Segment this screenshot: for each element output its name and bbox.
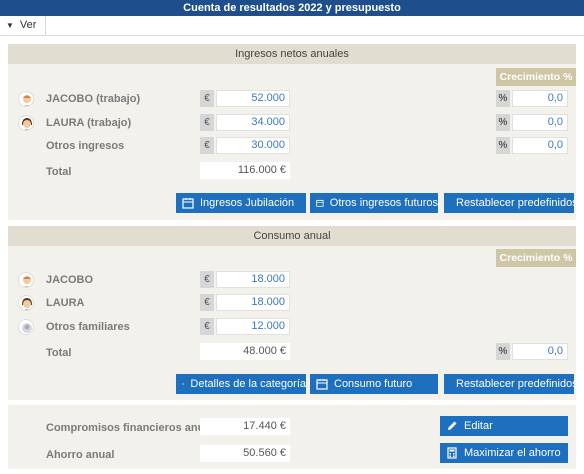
resumen-panel: Compromisos financieros anuales 17.440 €… (8, 405, 576, 469)
person-male-icon (18, 272, 34, 288)
percent-icon: % (496, 137, 510, 154)
pencil-icon (448, 421, 457, 430)
consumo-label-jacobo: JACOBO (46, 274, 94, 286)
consumo-futuro-label: Consumo futuro (334, 378, 413, 390)
ingresos-jubilacion-button[interactable]: Ingresos Jubilación (176, 193, 306, 213)
restablecer-consumo-button[interactable]: Restablecer predefinidos (444, 374, 574, 394)
euro-icon: € (200, 137, 214, 154)
percent-icon: % (496, 114, 510, 131)
income-growth-jacobo[interactable]: 0,0 (512, 90, 568, 107)
consumo-total-value: 48.000 € (200, 343, 290, 360)
person-male-icon (18, 91, 34, 107)
consumo-value-laura[interactable]: 18.000 (216, 294, 290, 311)
income-label-laura: LAURA (trabajo) (46, 117, 132, 129)
menu-divider (45, 16, 46, 36)
caret-down-icon: ▼ (6, 20, 14, 30)
euro-icon: € (200, 271, 214, 288)
consumo-label-otros: Otros familiares (46, 321, 130, 333)
maximizar-ahorro-button[interactable]: Maximizar el ahorro (440, 443, 568, 463)
consumo-value-otros[interactable]: 12.000 (216, 318, 290, 335)
euro-icon: € (200, 294, 214, 311)
ingresos-panel: Ingresos netos anuales Crecimiento % JAC… (8, 44, 576, 220)
income-value-jacobo[interactable]: 52.000 (216, 90, 290, 107)
menu-bar: ▼ Ver (0, 16, 584, 36)
consumo-label-laura: LAURA (46, 297, 85, 309)
euro-icon: € (200, 318, 214, 335)
detalles-categoria-label: Detalles de la categoría (190, 378, 306, 390)
ingresos-jubilacion-label: Ingresos Jubilación (200, 197, 295, 209)
search-icon (182, 382, 185, 386)
editar-label: Editar (464, 420, 493, 432)
ahorro-label: Ahorro anual (46, 449, 115, 461)
compromisos-label: Compromisos financieros anuales (46, 422, 226, 434)
editar-button[interactable]: Editar (440, 416, 568, 436)
maximizar-ahorro-label: Maximizar el ahorro (464, 447, 561, 459)
ver-menu[interactable]: ▼ Ver (6, 19, 36, 31)
income-value-otros[interactable]: 30.000 (216, 137, 290, 154)
calendar-icon (316, 379, 328, 390)
consumo-total-label: Total (46, 347, 72, 359)
consumo-header: Consumo anual (8, 226, 576, 246)
otros-ingresos-futuros-label: Otros ingresos futuros (329, 197, 438, 209)
compromisos-value: 17.440 € (200, 418, 290, 435)
person-female-icon (18, 295, 34, 311)
income-label-otros: Otros ingresos (46, 140, 125, 152)
ahorro-value: 50.560 € (200, 445, 290, 462)
restablecer-ingresos-button[interactable]: Restablecer predefinidos (444, 193, 574, 213)
income-total-value: 116.000 € (200, 162, 290, 179)
income-total-label: Total (46, 166, 72, 178)
income-value-laura[interactable]: 34.000 (216, 114, 290, 131)
euro-icon: € (200, 90, 214, 107)
calendar-icon (316, 199, 324, 207)
income-growth-otros[interactable]: 0,0 (512, 137, 568, 154)
growth-header: Crecimiento % (496, 68, 576, 86)
restablecer-consumo-label: Restablecer predefinidos (456, 378, 574, 390)
otros-ingresos-futuros-button[interactable]: Otros ingresos futuros (310, 193, 438, 213)
growth-header: Crecimiento % (496, 249, 576, 267)
consumo-futuro-button[interactable]: Consumo futuro (310, 374, 438, 394)
euro-icon: € (200, 114, 214, 131)
family-icon (18, 319, 34, 335)
detalles-categoria-button[interactable]: Detalles de la categoría (176, 374, 306, 394)
income-label-jacobo: JACOBO (trabajo) (46, 93, 141, 105)
consumo-value-jacobo[interactable]: 18.000 (216, 271, 290, 288)
percent-icon: % (496, 343, 510, 360)
ingresos-header: Ingresos netos anuales (8, 44, 576, 64)
ver-menu-label: Ver (19, 19, 37, 31)
window-title: Cuenta de resultados 2022 y presupuesto (0, 0, 584, 16)
consumo-total-growth[interactable]: 0,0 (512, 343, 568, 360)
calendar-icon (182, 198, 194, 209)
percent-icon: % (496, 90, 510, 107)
income-growth-laura[interactable]: 0,0 (512, 114, 568, 131)
restablecer-ingresos-label: Restablecer predefinidos (456, 197, 574, 209)
person-female-icon (18, 115, 34, 131)
calculator-icon (447, 447, 457, 459)
consumo-panel: Consumo anual Crecimiento % JACOBO € 18.… (8, 226, 576, 400)
